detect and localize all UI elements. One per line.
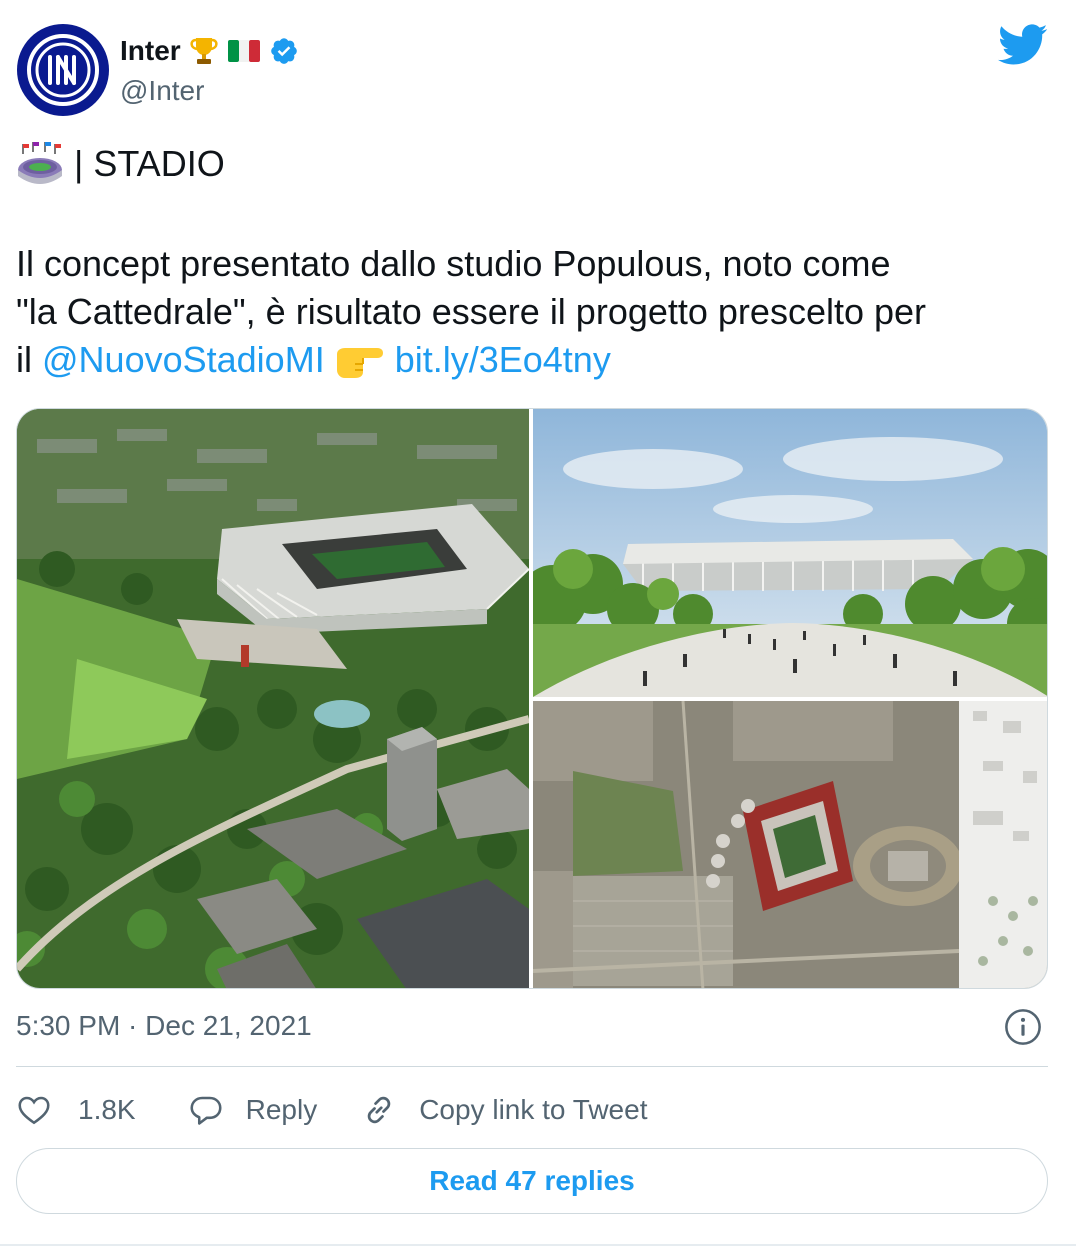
author-handle[interactable]: @Inter	[120, 75, 204, 107]
short-link[interactable]: bit.ly/3Eo4tny	[395, 339, 611, 380]
read-replies-button[interactable]: Read 47 replies	[16, 1148, 1048, 1214]
trophy-emoji	[190, 38, 218, 64]
aerial-stadium-park-render[interactable]	[17, 409, 529, 988]
avatar[interactable]	[16, 23, 110, 117]
reply-button[interactable]: Reply	[188, 1092, 318, 1128]
author-display-name[interactable]: Inter	[120, 35, 181, 67]
tweet-body-prefix: il	[16, 339, 32, 380]
tweet-line-stadio: | STADIO	[16, 140, 1056, 188]
heart-icon	[18, 1096, 50, 1125]
bottom-divider	[0, 1244, 1076, 1246]
tweet-headline: | STADIO	[74, 143, 225, 184]
reply-icon	[190, 1096, 222, 1125]
twitter-bird-icon[interactable]	[998, 24, 1048, 66]
action-bar: 1.8K Reply Copy link to Tweet	[16, 1086, 647, 1134]
tweet-body-line-3: il @NuovoStadioMI bit.ly/3Eo4tny	[16, 336, 1056, 384]
stadium-front-plaza-render[interactable]	[533, 409, 1047, 697]
mention-link[interactable]: @NuovoStadioMI	[42, 339, 325, 380]
tweet-body-line-1: Il concept presentato dallo studio Popul…	[16, 243, 891, 284]
media-grid	[16, 408, 1048, 989]
divider	[16, 1066, 1048, 1067]
copy-link-button[interactable]: Copy link to Tweet	[361, 1092, 647, 1128]
pointing-right-emoji	[336, 348, 383, 378]
tweet-card: Inter @Inter | STADIO Il concept present…	[0, 0, 1076, 1250]
italy-flag-emoji	[227, 40, 260, 62]
timestamp[interactable]: 5:30 PM · Dec 21, 2021	[16, 1010, 312, 1042]
author-name-row[interactable]: Inter	[120, 33, 299, 69]
inter-logo	[17, 24, 109, 116]
satellite-site-map[interactable]	[533, 701, 1047, 988]
stadium-emoji	[18, 142, 62, 184]
like-button[interactable]: 1.8K	[16, 1092, 136, 1128]
like-count: 1.8K	[78, 1094, 136, 1125]
link-icon	[367, 1096, 391, 1124]
tweet-text: | STADIO Il concept presentato dallo stu…	[16, 140, 1056, 384]
tweet-body-line-2: "la Cattedrale", è risultato essere il p…	[16, 291, 927, 332]
copy-link-label: Copy link to Tweet	[419, 1094, 648, 1125]
verified-badge-icon	[270, 38, 297, 64]
reply-label: Reply	[245, 1094, 318, 1125]
info-icon[interactable]	[1004, 1008, 1042, 1046]
